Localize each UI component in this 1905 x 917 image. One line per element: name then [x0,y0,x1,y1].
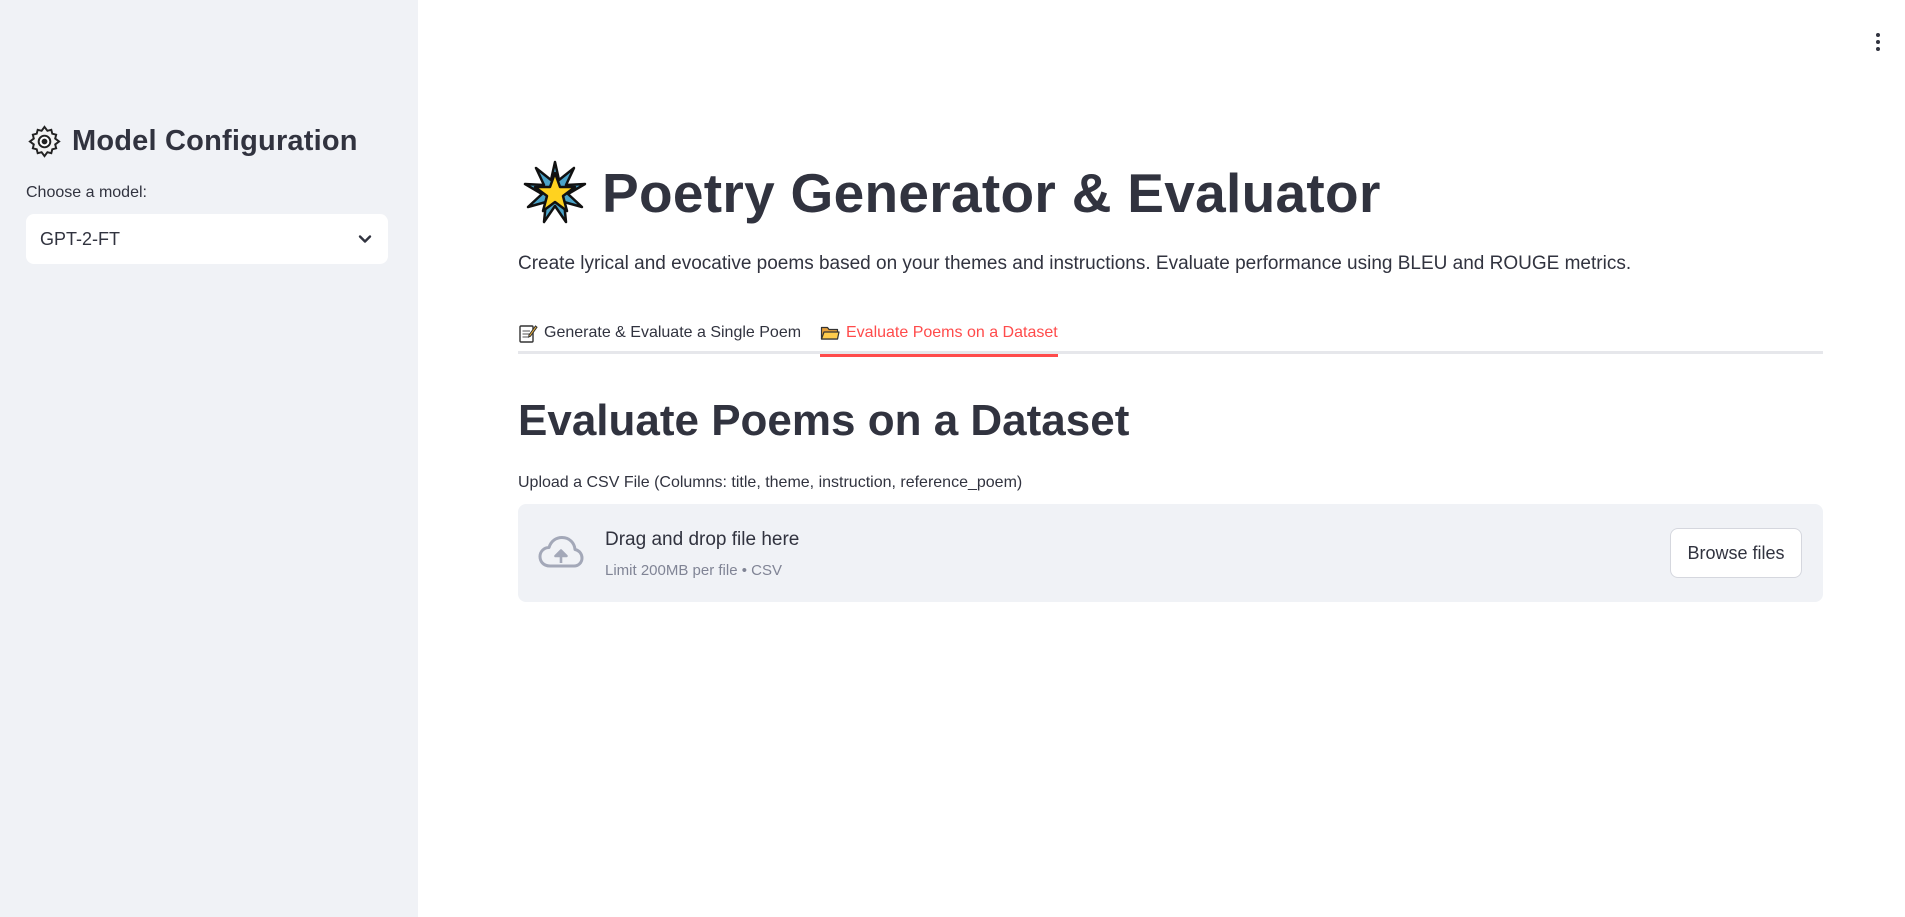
tab-dataset[interactable]: Evaluate Poems on a Dataset [820,312,1058,357]
tab-single-poem[interactable]: Generate & Evaluate a Single Poem [518,312,801,354]
star-icon [523,160,587,224]
tab-label: Generate & Evaluate a Single Poem [544,324,802,341]
file-dropzone[interactable]: Drag and drop file here Limit 200MB per … [518,504,1823,602]
browse-files-button[interactable]: Browse files [1670,528,1802,578]
cloud-upload-icon [538,536,584,568]
folder-icon [820,326,840,340]
tab-label: Evaluate Poems on a Dataset [846,324,1058,341]
dropzone-limit: Limit 200MB per file • CSV [605,562,782,579]
model-select-label: Choose a model: [26,184,147,201]
chevron-down-icon [358,235,372,243]
page-title: Poetry Generator & Evaluator [602,162,1381,224]
menu-dot [1876,33,1880,37]
model-select[interactable]: GPT-2-FT [26,214,388,264]
dropzone-text: Drag and drop file here [605,529,800,550]
page-title-row: Poetry Generator & Evaluator [522,160,1381,226]
app-window: Model Configuration Choose a model: GPT-… [0,0,1905,917]
model-select-value: GPT-2-FT [40,228,120,249]
main-content: Poetry Generator & Evaluator Create lyri… [518,0,1823,917]
upload-label: Upload a CSV File (Columns: title, theme… [518,474,1023,491]
tab-bar: Generate & Evaluate a Single Poem Evalua… [518,312,1823,357]
gear-icon [28,125,61,158]
sidebar-title: Model Configuration [72,125,358,157]
main-menu-button[interactable] [1866,30,1890,54]
sidebar: Model Configuration Choose a model: GPT-… [0,0,418,917]
page-subtitle: Create lyrical and evocative poems based… [518,253,1632,274]
section-heading: Evaluate Poems on a Dataset [518,396,1130,445]
menu-dot [1876,47,1880,51]
memo-icon [519,325,538,343]
menu-dot [1876,40,1880,44]
sidebar-header: Model Configuration [27,124,358,159]
